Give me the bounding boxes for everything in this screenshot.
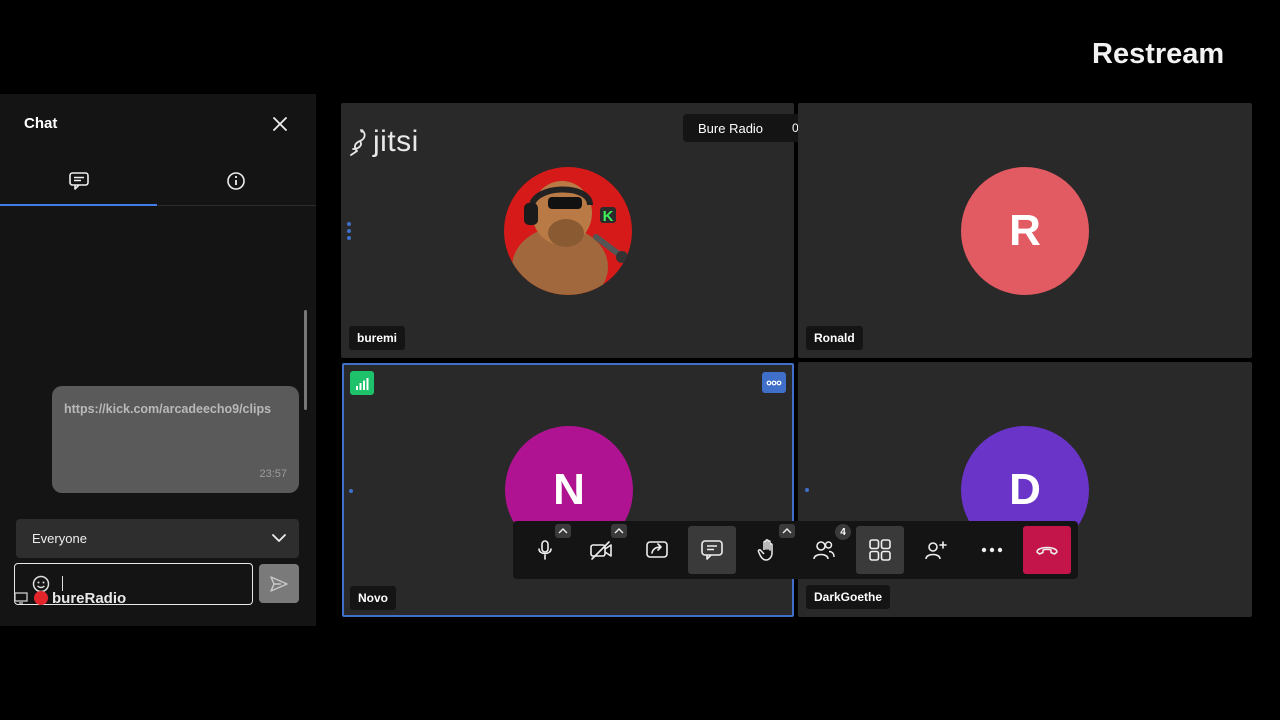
svg-text:K: K bbox=[603, 208, 614, 225]
chat-scrollbar[interactable] bbox=[304, 310, 307, 410]
recipient-select[interactable]: Everyone bbox=[16, 519, 299, 558]
reactions-options-button[interactable] bbox=[779, 524, 795, 538]
chat-title: Chat bbox=[24, 115, 58, 132]
send-button[interactable] bbox=[259, 564, 299, 603]
chat-message: https://kick.com/arcadeecho9/clips 23:57 bbox=[52, 386, 299, 493]
chat-bubble-icon bbox=[68, 172, 89, 190]
chevron-up-icon bbox=[614, 528, 624, 534]
chevron-up-icon bbox=[782, 528, 792, 534]
jitsi-watermark-icon bbox=[350, 129, 366, 156]
tab-info[interactable] bbox=[157, 156, 314, 206]
jitsi-logo-text: jitsi bbox=[373, 125, 419, 158]
participant-name-tag: DarkGoethe bbox=[806, 585, 891, 609]
add-person-icon bbox=[925, 541, 947, 560]
grid-icon bbox=[869, 539, 891, 561]
participant-tile-ronald[interactable]: R Ronald bbox=[798, 103, 1252, 358]
avatar: R bbox=[961, 167, 1089, 295]
participant-name-tag: Novo bbox=[350, 586, 396, 610]
share-screen-icon bbox=[646, 541, 668, 558]
overlay-username: bureRadio bbox=[52, 589, 127, 607]
people-icon bbox=[813, 541, 835, 560]
hang-up-button[interactable] bbox=[1023, 526, 1071, 574]
monitor-icon bbox=[14, 592, 28, 604]
share-screen-button[interactable] bbox=[633, 526, 681, 574]
camera-options-button[interactable] bbox=[611, 524, 627, 538]
tab-messages[interactable] bbox=[0, 156, 157, 206]
signal-bars-icon bbox=[356, 378, 369, 390]
raise-hand-icon bbox=[757, 539, 773, 561]
restream-logo: Restream bbox=[1092, 38, 1225, 70]
jitsi-logo: jitsi bbox=[347, 125, 419, 159]
room-name: Bure Radio bbox=[698, 120, 764, 136]
message-timestamp: 23:57 bbox=[259, 468, 287, 480]
more-dots-icon bbox=[981, 547, 1003, 553]
recipient-label: Everyone bbox=[32, 531, 87, 546]
connection-indicator[interactable] bbox=[350, 371, 374, 395]
hang-up-icon bbox=[1036, 546, 1058, 555]
meeting-toolbar: 4 bbox=[513, 521, 1078, 579]
camera-off-icon bbox=[590, 541, 612, 560]
audio-level-dot bbox=[805, 488, 809, 492]
participant-name-tag: buremi bbox=[349, 326, 406, 350]
active-tab-indicator bbox=[0, 204, 157, 206]
close-chat-button[interactable] bbox=[268, 114, 292, 136]
more-dots-icon bbox=[766, 380, 782, 385]
invite-button[interactable] bbox=[912, 526, 960, 574]
send-icon bbox=[270, 575, 288, 592]
microphone-options-button[interactable] bbox=[555, 524, 571, 538]
participant-name-tag: Ronald bbox=[806, 326, 863, 350]
chat-tabs bbox=[0, 156, 316, 206]
chat-bubble-icon bbox=[701, 540, 723, 560]
chat-toggle-button[interactable] bbox=[688, 526, 736, 574]
live-dot-icon bbox=[34, 591, 48, 605]
audio-level-icon bbox=[347, 222, 351, 240]
stream-overlay-label: bureRadio bbox=[14, 588, 126, 608]
info-icon bbox=[226, 172, 245, 190]
close-icon bbox=[273, 117, 287, 131]
more-actions-button[interactable] bbox=[968, 526, 1016, 574]
participants-badge: 4 bbox=[835, 524, 851, 540]
chevron-up-icon bbox=[558, 528, 568, 534]
tile-view-button[interactable] bbox=[856, 526, 904, 574]
audio-level-dot bbox=[349, 489, 353, 493]
tile-options-button[interactable] bbox=[762, 372, 786, 393]
microphone-icon bbox=[538, 540, 552, 560]
chat-panel: Chat https://kick.com/arcadeecho9/clips … bbox=[0, 94, 316, 626]
avatar: K bbox=[504, 167, 632, 295]
message-text[interactable]: https://kick.com/arcadeecho9/clips bbox=[64, 399, 289, 419]
chevron-down-icon bbox=[272, 534, 286, 542]
